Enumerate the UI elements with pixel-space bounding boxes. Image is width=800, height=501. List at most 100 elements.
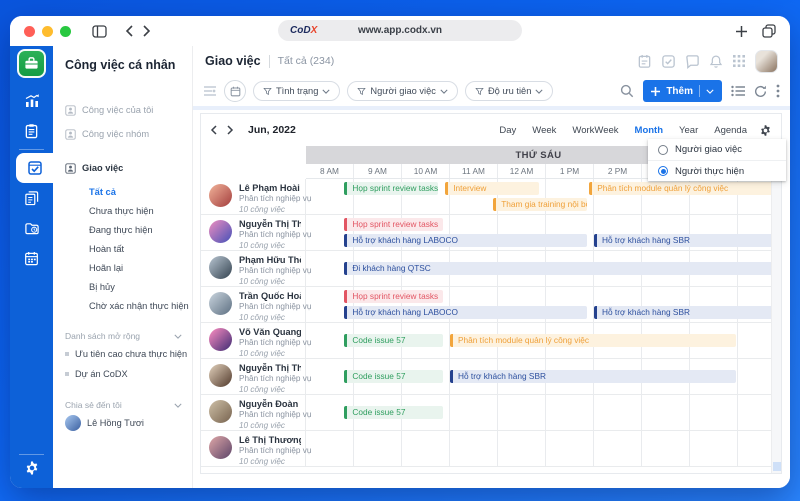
person-name: Nguyễn Đoàn Hoàng Trúc	[239, 399, 301, 409]
group-by-option[interactable]: Người giao việc	[648, 139, 786, 160]
person-name: Phạm Hữu Thời	[239, 255, 301, 265]
sidebar-filter-item[interactable]: Chưa thực hiện	[89, 201, 182, 220]
person-task-count: 10 công việc	[239, 241, 301, 250]
kebab-menu-icon[interactable]	[776, 84, 780, 98]
forward-icon[interactable]	[143, 25, 151, 37]
sidebar-toggle-icon[interactable]	[92, 25, 107, 38]
assignment-check-icon[interactable]	[16, 153, 53, 183]
person-cell[interactable]: Trần Quốc HoànPhân tích nghiệp vụ10 công…	[201, 287, 306, 322]
minimize-window-button[interactable]	[42, 26, 53, 37]
section-label: Danh sách mở rộng	[65, 331, 140, 341]
briefcase-app-icon[interactable]	[17, 49, 46, 78]
scrollbar-track[interactable]	[771, 146, 781, 473]
task-bar[interactable]: Họp sprint review tasks	[344, 182, 438, 195]
search-icon[interactable]	[620, 84, 634, 98]
timeline: Họp sprint review tasks Hỗ trợ khách hàng…	[306, 287, 771, 322]
sidebar-section-item[interactable]: Lê Hồng Tươi	[65, 413, 182, 433]
task-bar[interactable]: Code issue 57	[344, 334, 443, 347]
timeline: Họp sprint review tasks Interview Phân tíc…	[306, 179, 771, 214]
folder-clock-icon[interactable]	[10, 213, 53, 243]
calendar-icon[interactable]	[10, 243, 53, 273]
person-cell[interactable]: Lê Phạm Hoài ThươngPhân tích nghiệp vụ10…	[201, 179, 306, 214]
sidebar-section-header[interactable]: Danh sách mở rộng	[65, 328, 182, 344]
section-title: Giao việc	[205, 54, 261, 68]
new-tab-icon[interactable]	[735, 25, 748, 38]
task-bar[interactable]: Đi khách hàng QTSC	[344, 262, 771, 275]
scrollbar-thumb[interactable]	[773, 462, 781, 471]
sidebar-filter-item[interactable]: Bị hủy	[89, 277, 182, 296]
url-text: www.app.codx.vn	[358, 25, 442, 36]
task-bar[interactable]: Họp sprint review tasks	[344, 218, 443, 231]
chat-icon[interactable]	[685, 54, 700, 69]
sidebar-section-item[interactable]: Ưu tiên cao chưa thực hiện	[65, 344, 182, 364]
task-bar[interactable]: Code issue 57	[344, 370, 443, 383]
task-bar[interactable]: Code issue 57	[344, 406, 443, 419]
view-tab-day[interactable]: Day	[491, 125, 524, 136]
gear-icon[interactable]	[10, 458, 53, 488]
task-bar[interactable]: Phân tích module quản lý công việc	[450, 334, 736, 347]
sidebar-section-header[interactable]: Chia sẻ đến tôi	[65, 397, 182, 413]
sidebar-filter-item[interactable]: Tất cả	[89, 182, 182, 201]
filter-chip[interactable]: Độ ưu tiên	[465, 81, 553, 101]
user-avatar[interactable]	[755, 50, 778, 73]
person-cell[interactable]: Phạm Hữu ThờiPhân tích nghiệp vụ10 công …	[201, 251, 306, 286]
view-tab-year[interactable]: Year	[671, 125, 706, 136]
view-tab-month[interactable]: Month	[627, 125, 672, 136]
person-cell[interactable]: Nguyễn Thị Thu GiangPhân tích nghiệp vụ1…	[201, 359, 306, 394]
bell-icon[interactable]	[709, 54, 723, 69]
calendar-circle-icon[interactable]	[224, 80, 246, 102]
radio-icon[interactable]	[658, 166, 668, 176]
address-bar[interactable]: CoDX www.app.codx.vn	[278, 20, 522, 41]
avatar	[65, 415, 81, 431]
prev-period-button[interactable]	[210, 125, 217, 135]
scheduler-settings-gear-icon[interactable]	[759, 124, 772, 137]
close-window-button[interactable]	[24, 26, 35, 37]
sidebar-filter-item[interactable]: Hoãn lại	[89, 258, 182, 277]
person-cell[interactable]: Nguyễn Đoàn Hoàng TrúcPhân tích nghiệp v…	[201, 395, 306, 430]
task-bar[interactable]: Tham gia training nội bộ	[493, 198, 587, 211]
chevron-down-icon[interactable]	[706, 89, 714, 94]
filter-chip[interactable]: Người giao việc	[347, 81, 458, 101]
notebook-icon[interactable]	[637, 54, 652, 69]
group-by-option[interactable]: Người thực hiện	[648, 160, 786, 181]
person-cell[interactable]: Lê Thị ThươngPhân tích nghiệp vụ10 công …	[201, 431, 306, 466]
view-tab-workweek[interactable]: WorkWeek	[564, 125, 626, 136]
sidebar-filter-item[interactable]: Đang thực hiện	[89, 220, 182, 239]
sidebar-section-item[interactable]: Dự án CoDX	[65, 364, 182, 384]
sidebar-section: Chia sẻ đến tôiLê Hồng Tươi	[65, 397, 182, 433]
tab-overview-icon[interactable]	[762, 24, 776, 38]
list-view-icon[interactable]	[731, 85, 745, 97]
view-tab-agenda[interactable]: Agenda	[706, 125, 755, 136]
task-bar[interactable]: Hỗ trợ khách hàng LABOCO	[344, 306, 587, 319]
documents-icon[interactable]	[10, 183, 53, 213]
task-bar[interactable]: Hỗ trợ khách hàng LABOCO	[344, 234, 587, 247]
filter-chip[interactable]: Tình trạng	[253, 81, 340, 101]
chart-icon[interactable]	[10, 86, 53, 116]
group-by-dropdown: Người giao việcNgười thực hiện	[648, 139, 786, 181]
checkbox-icon[interactable]	[661, 54, 676, 69]
view-tab-week[interactable]: Week	[524, 125, 564, 136]
task-bar[interactable]: Hỗ trợ khách hàng SBR	[594, 306, 771, 319]
back-icon[interactable]	[125, 25, 133, 37]
radio-icon[interactable]	[658, 145, 668, 155]
task-bar[interactable]: Phân tích module quản lý công việc	[589, 182, 771, 195]
sidebar-filter-item[interactable]: Hoàn tất	[89, 239, 182, 258]
apps-grid-icon[interactable]	[732, 54, 746, 68]
avatar	[209, 328, 232, 351]
density-icon[interactable]	[203, 85, 217, 97]
task-bar[interactable]: Hỗ trợ khách hàng SBR	[594, 234, 771, 247]
task-bar[interactable]: Interview	[445, 182, 539, 195]
sidebar-item[interactable]: Công việc nhóm	[65, 122, 182, 146]
person-cell[interactable]: Nguyễn Thị Thu HàPhân tích nghiệp vụ10 c…	[201, 215, 306, 250]
zoom-window-button[interactable]	[60, 26, 71, 37]
refresh-icon[interactable]	[754, 85, 767, 98]
add-button[interactable]: Thêm	[643, 80, 722, 102]
next-period-button[interactable]	[227, 125, 234, 135]
task-bar[interactable]: Hỗ trợ khách hàng SBR	[450, 370, 736, 383]
sidebar-item-giao-viec[interactable]: Giao việc	[65, 156, 182, 180]
sidebar-filter-item[interactable]: Chờ xác nhận thực hiện	[89, 296, 182, 315]
clipboard-icon[interactable]	[10, 116, 53, 146]
task-bar[interactable]: Họp sprint review tasks	[344, 290, 443, 303]
sidebar-item[interactable]: Công việc của tôi	[65, 98, 182, 122]
person-cell[interactable]: Võ Văn QuangPhân tích nghiệp vụ10 công v…	[201, 323, 306, 358]
